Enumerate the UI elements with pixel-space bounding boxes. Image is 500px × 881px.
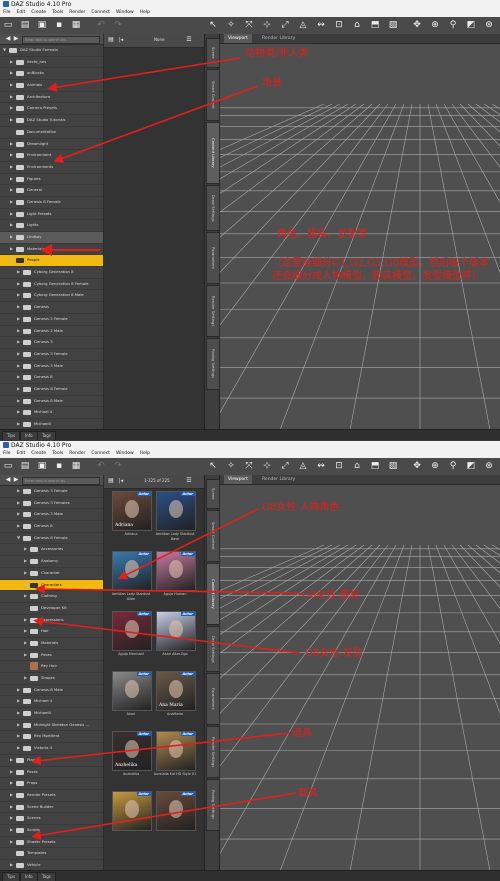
screenshot-top: DAZ Studio 4.10 Pro File Edit Create Tools R… <box>0 0 500 440</box>
annotation-arrows-bottom <box>31 508 301 840</box>
annotation-animals: 动物类/非人类 <box>245 48 309 59</box>
annotation-arrows-top <box>40 57 259 256</box>
annotation-vehicle: 载具 <box>298 788 318 799</box>
annotation-people: 角色、服装、发型等 <box>277 229 367 240</box>
annotation-note: （这里会细分G1,G2,G3,G8模型，然后每个版本还会细分成人物模型，服装模型… <box>272 258 489 282</box>
annotation-g8-hair: G8女性 发型 <box>305 648 363 659</box>
annotation-g8-clothing: G8女性 服装 <box>302 590 360 601</box>
annotation-g8-characters: G8女性 人物角色 <box>262 502 340 513</box>
screenshot-bottom: DAZ Studio 4.10 Pro File Edit Create Tools R… <box>0 441 500 881</box>
annotation-scene: 场景 <box>262 78 282 89</box>
annotation-props: 道具 <box>292 728 312 739</box>
